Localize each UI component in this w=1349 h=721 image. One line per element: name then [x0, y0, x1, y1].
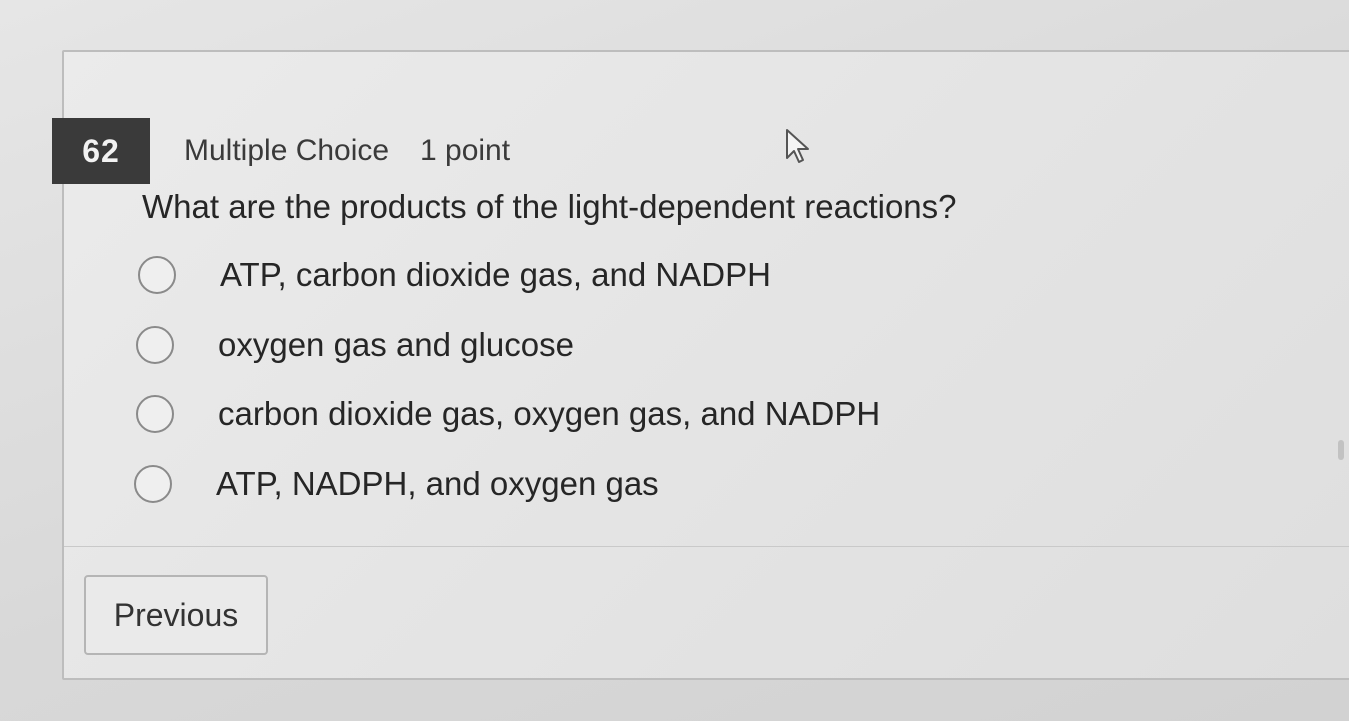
question-prompt: What are the products of the light-depen… — [142, 188, 957, 225]
question-points-label: 1 point — [420, 134, 511, 167]
answer-option[interactable]: oxygen gas and glucose — [136, 322, 574, 368]
previous-button[interactable]: Previous — [84, 575, 268, 655]
answer-option-label: oxygen gas and glucose — [218, 326, 574, 363]
radio-button[interactable] — [136, 326, 174, 364]
radio-button[interactable] — [138, 256, 176, 294]
radio-button[interactable] — [136, 395, 174, 433]
radio-button[interactable] — [134, 465, 172, 503]
answer-option[interactable]: ATP, carbon dioxide gas, and NADPH — [138, 252, 771, 298]
answer-option[interactable]: ATP, NADPH, and oxygen gas — [134, 461, 659, 507]
answer-option-label: carbon dioxide gas, oxygen gas, and NADP… — [218, 395, 881, 432]
section-divider — [64, 546, 1349, 547]
answer-option-label: ATP, NADPH, and oxygen gas — [216, 465, 659, 502]
answer-option-label: ATP, carbon dioxide gas, and NADPH — [220, 256, 771, 293]
question-type-label: Multiple Choice — [184, 134, 390, 167]
mouse-pointer-icon — [786, 129, 809, 163]
question-number-badge: 62 — [52, 118, 150, 184]
answer-option[interactable]: carbon dioxide gas, oxygen gas, and NADP… — [136, 391, 880, 437]
scrollbar-hint — [1338, 440, 1344, 460]
